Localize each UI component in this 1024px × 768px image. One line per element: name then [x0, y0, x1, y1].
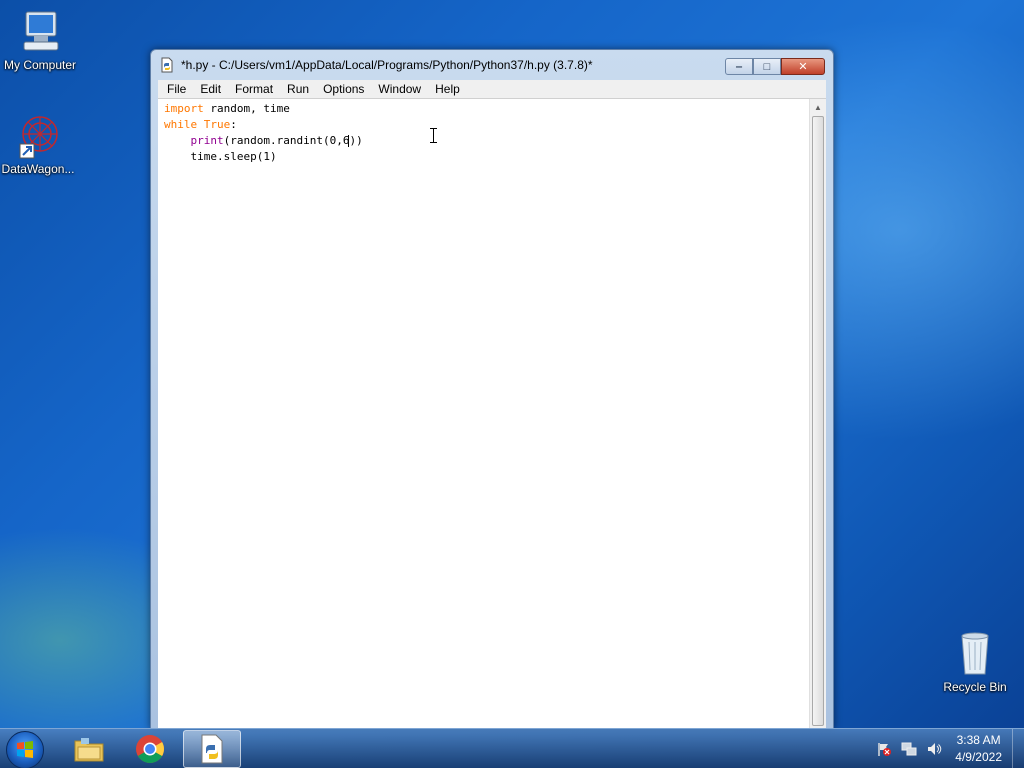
action-center-flag-icon[interactable] [876, 741, 892, 757]
desktop-icon-datawagon[interactable]: DataWagon... [0, 114, 78, 176]
code-line: print(random.randint(0,6)) [164, 133, 802, 149]
code-line: import random, time [164, 101, 802, 117]
computer-icon [23, 11, 59, 51]
scrollbar-thumb[interactable] [812, 116, 824, 726]
code-token: : [230, 118, 237, 131]
clock-time: 3:38 AM [956, 733, 1001, 747]
builtin-token: print [190, 134, 224, 147]
taskbar-chrome-button[interactable] [121, 730, 179, 768]
folder-icon [74, 738, 104, 762]
taskbar-python-idle-button[interactable] [183, 730, 241, 768]
chrome-icon [136, 735, 164, 763]
recycle-bin-icon [961, 632, 989, 675]
keyword-token: while [164, 118, 198, 131]
code-token: )) [349, 134, 363, 147]
code-token: random, time [203, 102, 290, 115]
desktop-icon-recycle-bin[interactable]: Recycle Bin [935, 630, 1015, 694]
desktop-icon-label: DataWagon... [1, 162, 75, 176]
menu-format[interactable]: Format [228, 82, 280, 96]
code-token: (random.randint(0,6 [223, 134, 350, 147]
minimize-button[interactable]: ‒ [725, 58, 753, 75]
menu-options[interactable]: Options [316, 82, 371, 96]
start-button[interactable] [6, 731, 44, 768]
idle-editor-window: *h.py - C:/Users/vm1/AppData/Local/Progr… [150, 49, 834, 729]
clock-date: 4/9/2022 [955, 750, 1002, 764]
code-line: while True: [164, 117, 802, 133]
code-text-area[interactable]: import random, time while True: print(ran… [164, 101, 802, 165]
desktop-icon-my-computer[interactable]: My Computer [0, 10, 80, 72]
show-desktop-button[interactable] [1012, 729, 1024, 768]
menu-window[interactable]: Window [371, 82, 428, 96]
keyword-token: True [203, 118, 231, 131]
scroll-up-arrow-icon[interactable]: ▲ [810, 99, 826, 116]
volume-icon[interactable] [926, 741, 942, 757]
desktop-icon-label: My Computer [3, 58, 77, 72]
window-title: *h.py - C:/Users/vm1/AppData/Local/Progr… [181, 58, 593, 72]
close-button[interactable]: ✕ [781, 58, 825, 75]
taskbar-explorer-button[interactable] [60, 730, 118, 768]
code-editor[interactable]: import random, time while True: print(ran… [158, 98, 826, 728]
window-titlebar[interactable]: *h.py - C:/Users/vm1/AppData/Local/Progr… [151, 50, 833, 80]
keyword-token: import [164, 102, 204, 115]
network-icon[interactable] [901, 741, 917, 757]
vertical-scrollbar[interactable]: ▲ [809, 99, 826, 728]
menu-run[interactable]: Run [280, 82, 316, 96]
menu-edit[interactable]: Edit [193, 82, 228, 96]
python-file-icon [201, 734, 223, 764]
menu-bar: File Edit Format Run Options Window Help [158, 80, 826, 98]
taskbar-clock[interactable]: 3:38 AM 4/9/2022 [955, 732, 1002, 766]
code-token: time.sleep(1) [190, 150, 277, 163]
ibeam-cursor-icon [430, 128, 440, 143]
code-line: time.sleep(1) [164, 149, 802, 165]
maximize-button[interactable]: □ [753, 58, 781, 75]
datawagon-icon [19, 116, 58, 159]
window-controls: ‒ □ ✕ [725, 58, 825, 75]
desktop-icon-label: Recycle Bin [943, 680, 1007, 694]
taskbar: 3:38 AM 4/9/2022 [0, 728, 1024, 768]
idle-file-icon [161, 57, 173, 73]
menu-help[interactable]: Help [428, 82, 467, 96]
system-tray: 3:38 AM 4/9/2022 [876, 729, 1024, 768]
windows-logo-icon [17, 741, 33, 758]
menu-file[interactable]: File [160, 82, 193, 96]
